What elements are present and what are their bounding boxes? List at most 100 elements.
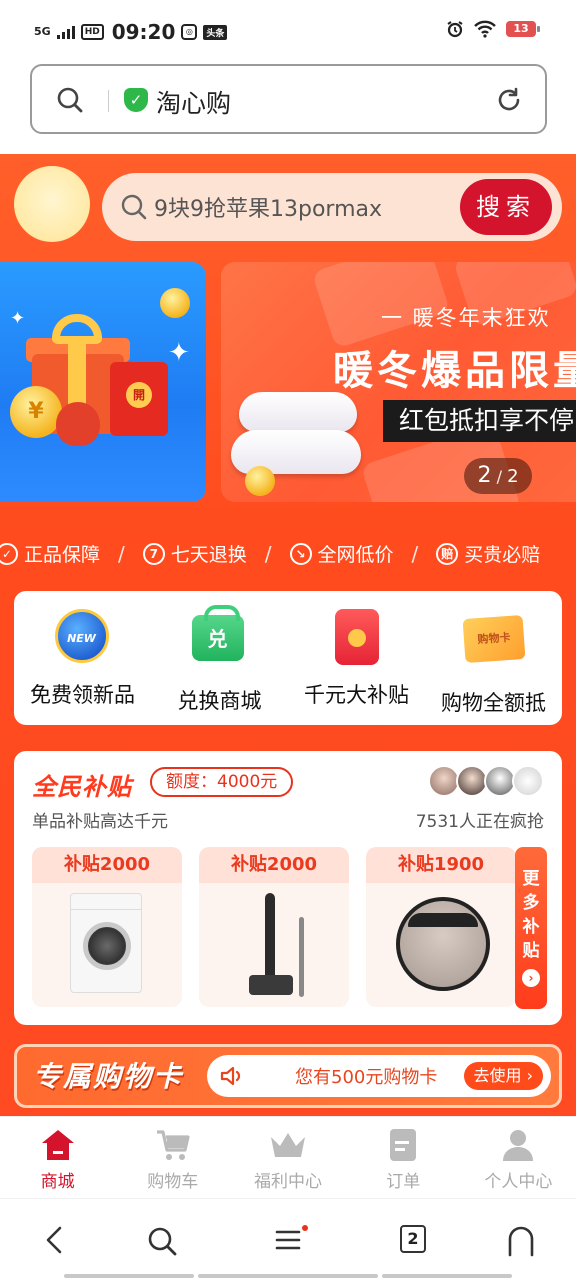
page-indicator: 2 / 2 (464, 458, 532, 494)
entry-exchange-mall[interactable]: 兑 兑换商城 (151, 605, 288, 715)
back-icon[interactable] (42, 1225, 68, 1255)
banner-title: 暖冬爆品限量 (333, 348, 576, 394)
quota-badge: 额度：4000元 (150, 767, 294, 797)
hd-icon: HD (80, 24, 104, 40)
refresh-icon[interactable] (495, 86, 523, 114)
search-icon[interactable] (56, 86, 84, 114)
gesture-bar (64, 1274, 194, 1278)
more-subsidy-button[interactable]: 更 多 补 贴 › (515, 847, 547, 1009)
subsidy-title: 全民补贴 (32, 773, 132, 801)
quick-entries-card: NEW 免费领新品 兑 兑换商城 千元大补贴 购物卡 购物全额抵 (14, 591, 562, 725)
coin-icon (245, 466, 275, 496)
divider (108, 90, 109, 112)
tab-mall[interactable]: 商城 (0, 1117, 115, 1198)
sparkle-icon: ✦ (10, 308, 26, 329)
card-notice-text: 您有500元购物卡 (295, 1067, 438, 1088)
bottom-tab-bar: 商城 购物车 福利中心 订单 个人中心 (0, 1116, 576, 1198)
envelope-char: 開 (126, 382, 152, 408)
banner-slide-current[interactable]: 一 暖冬年末狂欢 暖冬爆品限量 红包抵扣享不停 2 / 2 (221, 262, 576, 502)
subsidy-card: 全民补贴 额度：4000元 单品补贴高达千元 7531人正在疯抢 补贴2000 … (14, 751, 562, 1025)
shield-check-icon: ✓ (124, 88, 148, 112)
card-banner-title: 专属购物卡 (33, 1060, 184, 1093)
more-char: 更 (522, 869, 540, 889)
pillow-image (231, 430, 361, 474)
page-total: 2 (507, 466, 519, 487)
red-envelope-icon: 開 (110, 362, 168, 436)
product-card[interactable]: 补贴2000 (199, 847, 349, 1007)
app-notification-icon: ◎ (181, 24, 198, 40)
guarantees-row: ✓ 正品保障 / 7 七天退换 / ↘ 全网低价 / 赔 买贵必赔 (0, 540, 540, 567)
avatar[interactable] (14, 166, 90, 242)
site-title: 淘心购 (156, 89, 232, 118)
tab-label: 个人中心 (484, 1172, 553, 1192)
money-bag-icon (56, 402, 100, 446)
battery-icon: 13 (506, 21, 540, 37)
menu-icon[interactable] (274, 1225, 308, 1255)
page-current: 2 (477, 463, 492, 488)
tab-profile[interactable]: 个人中心 (461, 1117, 576, 1198)
new-badge-icon: NEW (54, 609, 109, 663)
guarantee-item: ↘ 全网低价 (289, 540, 394, 567)
subsidy-tag: 补贴2000 (199, 847, 349, 883)
separator: / (411, 541, 419, 566)
user-icon (503, 1130, 534, 1161)
signal-icon (56, 25, 75, 39)
browser-nav-bar: 2 (0, 1198, 576, 1280)
main-content: 9块9抢苹果13pormax 搜索 ✦ ✦ 開 ¥ 一 暖冬年末狂欢 暖冬爆品限… (0, 154, 576, 1116)
check-circle-icon: ✓ (0, 542, 18, 565)
search-input[interactable]: 9块9抢苹果13pormax 搜索 (102, 173, 562, 241)
cart-icon (156, 1130, 190, 1160)
gesture-bar (198, 1274, 378, 1278)
more-char: 贴 (522, 941, 540, 961)
banner-tag: 红包抵扣享不停 (383, 400, 576, 442)
status-right: 13 (446, 20, 540, 38)
card-notice-pill: 您有500元购物卡 去使用 › (207, 1055, 551, 1097)
entry-subsidy[interactable]: 千元大补贴 (288, 609, 425, 709)
subsidy-desc: 单品补贴高达千元 (32, 812, 168, 832)
guarantee-label: 正品保障 (24, 544, 101, 566)
speaker-icon (220, 1066, 241, 1086)
browser-address-bar[interactable]: ✓ 淘心购 (30, 64, 547, 134)
tab-orders[interactable]: 订单 (346, 1117, 461, 1198)
status-left: 5G HD 09:20 ◎ 头条 (34, 20, 228, 44)
page-separator: / (496, 467, 502, 486)
wifi-icon (474, 20, 496, 38)
entry-shopping-card[interactable]: 购物卡 购物全额抵 (425, 609, 562, 717)
shopping-card-banner[interactable]: 专属购物卡 您有500元购物卡 去使用 › (14, 1044, 562, 1108)
search-icon[interactable] (146, 1225, 178, 1257)
guarantee-label: 全网低价 (317, 544, 394, 566)
avatar (512, 765, 544, 797)
low-price-icon: ↘ (289, 542, 312, 565)
tab-cart[interactable]: 购物车 (115, 1117, 230, 1198)
arrow-right-icon: › (522, 969, 540, 987)
gift-bow (52, 314, 102, 344)
guarantee-item: ✓ 正品保障 (0, 540, 100, 567)
guarantee-item: 7 七天退换 (142, 540, 247, 567)
clock: 09:20 (111, 20, 176, 44)
use-card-button[interactable]: 去使用 › (463, 1062, 543, 1090)
home-outline-icon[interactable] (506, 1225, 536, 1257)
pillow-image (239, 392, 357, 432)
banner-slide-prev[interactable]: ✦ ✦ 開 ¥ (0, 262, 206, 502)
crown-icon (271, 1133, 305, 1157)
buyer-avatars (428, 765, 544, 797)
seven-day-icon: 7 (142, 542, 165, 565)
subsidy-tag: 补贴2000 (32, 847, 182, 883)
guarantee-label: 七天退换 (170, 544, 247, 566)
tab-label: 商城 (40, 1172, 75, 1192)
tab-label: 福利中心 (254, 1172, 322, 1192)
wet-dry-vacuum-image (199, 887, 349, 1007)
product-card[interactable]: 补贴2000 (32, 847, 182, 1007)
entry-label: 千元大补贴 (304, 683, 409, 707)
tab-welfare[interactable]: 福利中心 (230, 1117, 345, 1198)
search-button[interactable]: 搜索 (460, 179, 552, 235)
product-card[interactable]: 补贴1900 (366, 847, 516, 1007)
home-icon (41, 1130, 74, 1160)
tabs-count-icon[interactable]: 2 (400, 1225, 426, 1253)
red-envelope-icon (334, 609, 379, 665)
tab-label: 订单 (386, 1172, 421, 1192)
entry-free-new[interactable]: NEW 免费领新品 (14, 609, 151, 709)
compensation-icon: 赔 (436, 542, 459, 565)
news-app-icon: 头条 (203, 24, 228, 40)
subsidy-tag: 补贴1900 (366, 847, 516, 883)
